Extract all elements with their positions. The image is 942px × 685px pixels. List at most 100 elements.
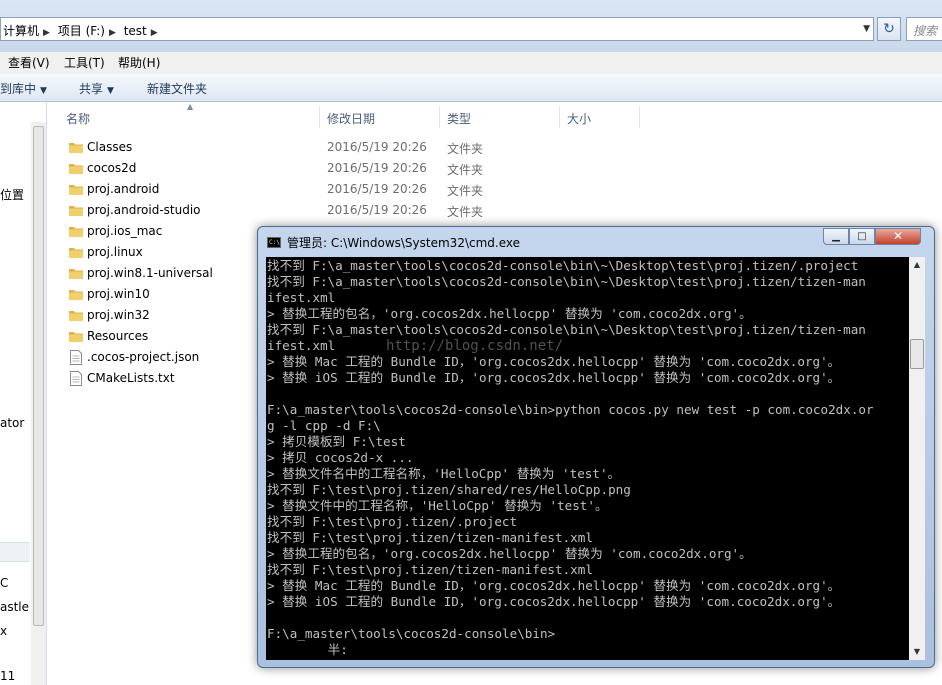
console-line: ifest.xml: [267, 338, 336, 353]
chevron-right-icon[interactable]: ▶: [43, 28, 50, 38]
folder-icon: [69, 143, 83, 153]
file-type: 文件夹: [447, 184, 484, 198]
file-name: proj.android-studio: [87, 203, 201, 217]
file-name: cocos2d: [87, 161, 137, 175]
refresh-button[interactable]: ↻: [877, 17, 901, 41]
console-line: > 替换 iOS 工程的 Bundle ID，'org.cocos2dx.hel…: [267, 594, 841, 609]
scroll-down-icon[interactable]: ▼: [909, 644, 925, 660]
file-date: 2016/5/19 20:26: [327, 140, 427, 154]
column-header-name[interactable]: 名称: [66, 110, 90, 127]
menu-view[interactable]: 查看(V): [8, 54, 50, 71]
chevron-right-icon[interactable]: ▶: [109, 28, 116, 38]
cmd-icon: C:\: [267, 237, 281, 248]
console-line: 半:: [267, 642, 348, 657]
cmd-window[interactable]: C:\ 管理员: C:\Windows\System32\cmd.exe ▁ □…: [257, 226, 935, 668]
chevron-right-icon[interactable]: ▶: [151, 28, 158, 38]
nav-scrollbar-thumb[interactable]: [33, 126, 44, 626]
file-name: proj.linux: [87, 245, 143, 259]
file-type: 文件夹: [447, 163, 484, 177]
search-placeholder: 搜索: [913, 24, 938, 38]
file-name: Resources: [87, 329, 149, 343]
console-line: > 拷贝 cocos2d-x ...: [267, 450, 414, 465]
nav-item-c[interactable]: C: [0, 576, 8, 590]
console-line: > 替换文件名中的工程名称，'HelloCpp' 替换为 'test'。: [267, 466, 621, 481]
file-row[interactable]: cocos2d 2016/5/19 20:26 文件夹: [67, 158, 867, 179]
include-in-library-label: 到库中: [0, 82, 37, 96]
folder-icon: [69, 311, 83, 321]
breadcrumb-drive[interactable]: 项目 (F:): [58, 24, 105, 38]
new-folder-button[interactable]: 新建文件夹: [147, 80, 207, 97]
console-area[interactable]: 找不到 F:\a_master\tools\cocos2d-console\bi…: [266, 257, 925, 660]
folder-icon: [69, 206, 83, 216]
console-line: ifest.xml: [267, 290, 336, 305]
column-divider[interactable]: [559, 106, 560, 128]
console-line: > 替换工程的包名，'org.cocos2dx.hellocpp' 替换为 'c…: [267, 546, 752, 561]
share-button[interactable]: 共享 ▼: [79, 80, 114, 97]
file-name: proj.win10: [87, 287, 150, 301]
console-scrollbar[interactable]: ▲ ▼: [909, 257, 925, 660]
search-input[interactable]: 搜索: [906, 17, 942, 41]
include-in-library-button[interactable]: 到库中 ▼: [0, 80, 47, 97]
file-name: proj.win8.1-universal: [87, 266, 213, 280]
file-name: proj.win32: [87, 308, 150, 322]
folder-icon: [69, 290, 83, 300]
console-line: > 替换工程的包名，'org.cocos2dx.hellocpp' 替换为 'c…: [267, 306, 752, 321]
column-divider[interactable]: [639, 106, 640, 128]
nav-item-11[interactable]: 11: [0, 669, 15, 683]
scroll-up-icon[interactable]: ▲: [909, 257, 925, 273]
cmd-window-title: 管理员: C:\Windows\System32\cmd.exe: [287, 236, 520, 250]
console-line: 找不到 F:\a_master\tools\cocos2d-console\bi…: [267, 258, 859, 273]
console-line: 找不到 F:\a_master\tools\cocos2d-console\bi…: [267, 274, 866, 289]
close-button[interactable]: ✕: [875, 228, 921, 245]
folder-icon: [69, 269, 83, 279]
column-header-modified[interactable]: 修改日期: [327, 110, 375, 127]
console-line: > 替换 Mac 工程的 Bundle ID，'org.cocos2dx.hel…: [267, 354, 841, 369]
minimize-button[interactable]: ▁: [823, 228, 849, 245]
refresh-icon: ↻: [883, 21, 895, 37]
menu-help[interactable]: 帮助(H): [118, 54, 160, 71]
file-row[interactable]: proj.android 2016/5/19 20:26 文件夹: [67, 179, 867, 200]
watermark: http://blog.csdn.net/: [386, 338, 564, 354]
file-type: 文件夹: [447, 142, 484, 156]
address-bar[interactable]: 计算机 ▶ 项目 (F:) ▶ test ▶ ▼: [0, 17, 874, 41]
console-line: 找不到 F:\test\proj.tizen/tizen-manifest.xm…: [267, 562, 593, 577]
file-date: 2016/5/19 20:26: [327, 203, 427, 217]
nav-item-castle[interactable]: astle: [0, 600, 29, 614]
column-divider[interactable]: [439, 106, 440, 128]
menu-tools[interactable]: 工具(T): [64, 54, 105, 71]
nav-item-x[interactable]: x: [0, 624, 7, 638]
file-icon: [70, 350, 82, 365]
command-bar: 到库中 ▼ 共享 ▼ 新建文件夹: [0, 74, 942, 102]
column-header-size[interactable]: 大小: [567, 110, 591, 127]
console-output: 找不到 F:\a_master\tools\cocos2d-console\bi…: [267, 258, 907, 658]
folder-icon: [69, 185, 83, 195]
folder-icon: [69, 332, 83, 342]
file-date: 2016/5/19 20:26: [327, 182, 427, 196]
file-name: proj.ios_mac: [87, 224, 163, 238]
file-type: 文件夹: [447, 205, 484, 219]
nav-item-locations[interactable]: 位置: [0, 186, 24, 203]
chevron-down-icon[interactable]: ▼: [863, 24, 870, 34]
console-line: 找不到 F:\a_master\tools\cocos2d-console\bi…: [267, 322, 866, 337]
console-line: 找不到 F:\test\proj.tizen/.project: [267, 514, 518, 529]
maximize-button[interactable]: □: [849, 228, 875, 245]
chevron-down-icon: ▼: [107, 86, 114, 96]
nav-scrollbar[interactable]: [31, 122, 46, 685]
breadcrumb-folder[interactable]: test: [124, 24, 147, 38]
console-scrollbar-thumb[interactable]: [910, 339, 924, 369]
file-row[interactable]: proj.android-studio 2016/5/19 20:26 文件夹: [67, 200, 867, 221]
menu-bar: 查看(V) 工具(T) 帮助(H): [0, 52, 942, 75]
file-name: CMakeLists.txt: [87, 371, 175, 385]
column-header-type[interactable]: 类型: [447, 110, 471, 127]
nav-item-ator[interactable]: ator: [0, 416, 24, 430]
breadcrumb-computer[interactable]: 计算机: [3, 24, 39, 38]
nav-divider: [0, 542, 30, 562]
file-name: Classes: [87, 140, 133, 154]
column-divider[interactable]: [319, 106, 320, 128]
sort-up-icon: ▲: [187, 102, 194, 111]
breadcrumb: 计算机 ▶ 项目 (F:) ▶ test ▶: [3, 22, 162, 39]
folder-icon: [69, 164, 83, 174]
file-row[interactable]: Classes 2016/5/19 20:26 文件夹: [67, 137, 867, 158]
